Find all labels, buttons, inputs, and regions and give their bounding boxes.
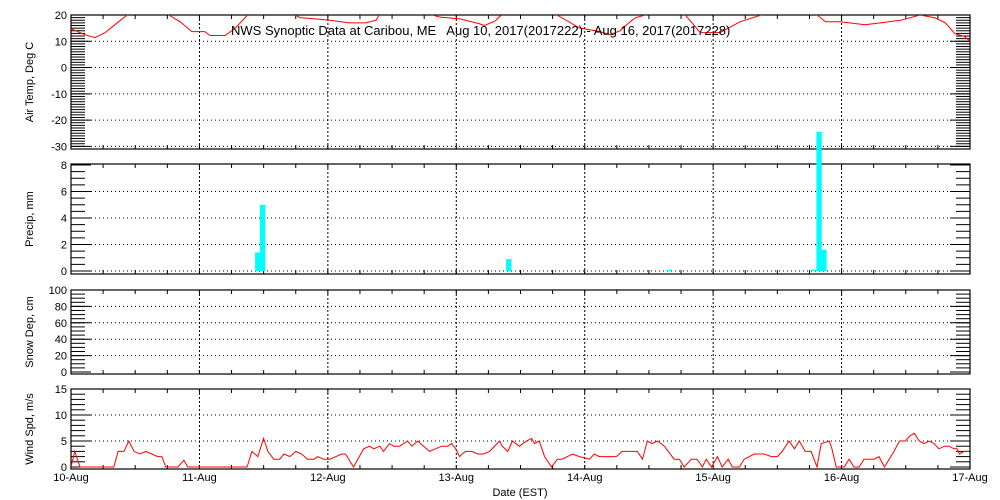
panel-frame — [70, 163, 971, 275]
precip-bar — [506, 259, 512, 271]
y-tick-label: 8 — [61, 160, 67, 172]
x-tick-label: 16-Aug — [824, 472, 859, 484]
y-tick-label: 4 — [61, 213, 67, 225]
y-axis-label: Snow Dep, cm — [24, 296, 36, 368]
y-tick-label: 10 — [55, 36, 67, 48]
y-tick-label: -10 — [51, 89, 67, 101]
y-tick-label: -30 — [51, 141, 67, 153]
x-tick-label: 10-Aug — [53, 472, 88, 484]
y-tick-label: -20 — [51, 115, 67, 127]
y-axis-label: Air Temp, Deg C — [24, 42, 36, 123]
y-tick-label: 0 — [61, 63, 67, 75]
meteogram-chart: 20 10 0 -10 -20 -30 Air Temp, Deg C 8 6 4 2 0 Precip… — [0, 0, 1000, 500]
y-tick-label: 15 — [55, 384, 67, 396]
x-tick-label: 15-Aug — [695, 472, 730, 484]
chart-title: NWS Synoptic Data at Caribou, ME Aug 10,… — [231, 23, 730, 38]
y-tick-label: 6 — [61, 187, 67, 199]
y-tick-label: 60 — [55, 318, 67, 330]
y-tick-label: 0 — [61, 266, 67, 278]
panel-wind-speed — [70, 388, 971, 470]
panel-frame — [70, 388, 971, 470]
y-tick-label: 80 — [55, 301, 67, 313]
x-axis-label: Date (EST) — [492, 487, 547, 499]
x-tick-label: 14-Aug — [567, 472, 602, 484]
panel-snow-depth — [70, 289, 971, 375]
precip-bar — [255, 252, 261, 271]
panel-frame — [70, 289, 971, 375]
x-tick-label: 17-Aug — [952, 472, 987, 484]
y-tick-label: 100 — [49, 285, 67, 297]
wind-speed-line — [71, 432, 969, 469]
x-tick-label: 12-Aug — [310, 472, 345, 484]
precip-bar — [816, 131, 822, 271]
x-tick-label: 11-Aug — [182, 472, 217, 484]
y-tick-label: 5 — [61, 436, 67, 448]
y-tick-label: 20 — [55, 10, 67, 22]
y-tick-label: 20 — [55, 351, 67, 363]
precip-bar — [811, 269, 817, 271]
precip-bar — [666, 269, 672, 271]
y-axis-label: Wind Spd, m/s — [24, 393, 36, 465]
x-tick-label: 13-Aug — [439, 472, 474, 484]
panel-precip — [70, 163, 971, 275]
y-axis-label: Precip, mm — [24, 191, 36, 247]
y-tick-label: 10 — [55, 410, 67, 422]
precip-bar — [821, 249, 827, 271]
precip-bar — [259, 204, 266, 271]
y-tick-label: 2 — [61, 240, 67, 252]
y-tick-label: 40 — [55, 334, 67, 346]
chart-svg: 20100-10-20-30Air Temp, Deg C86420Precip… — [24, 10, 988, 499]
y-tick-label: 0 — [61, 367, 67, 379]
